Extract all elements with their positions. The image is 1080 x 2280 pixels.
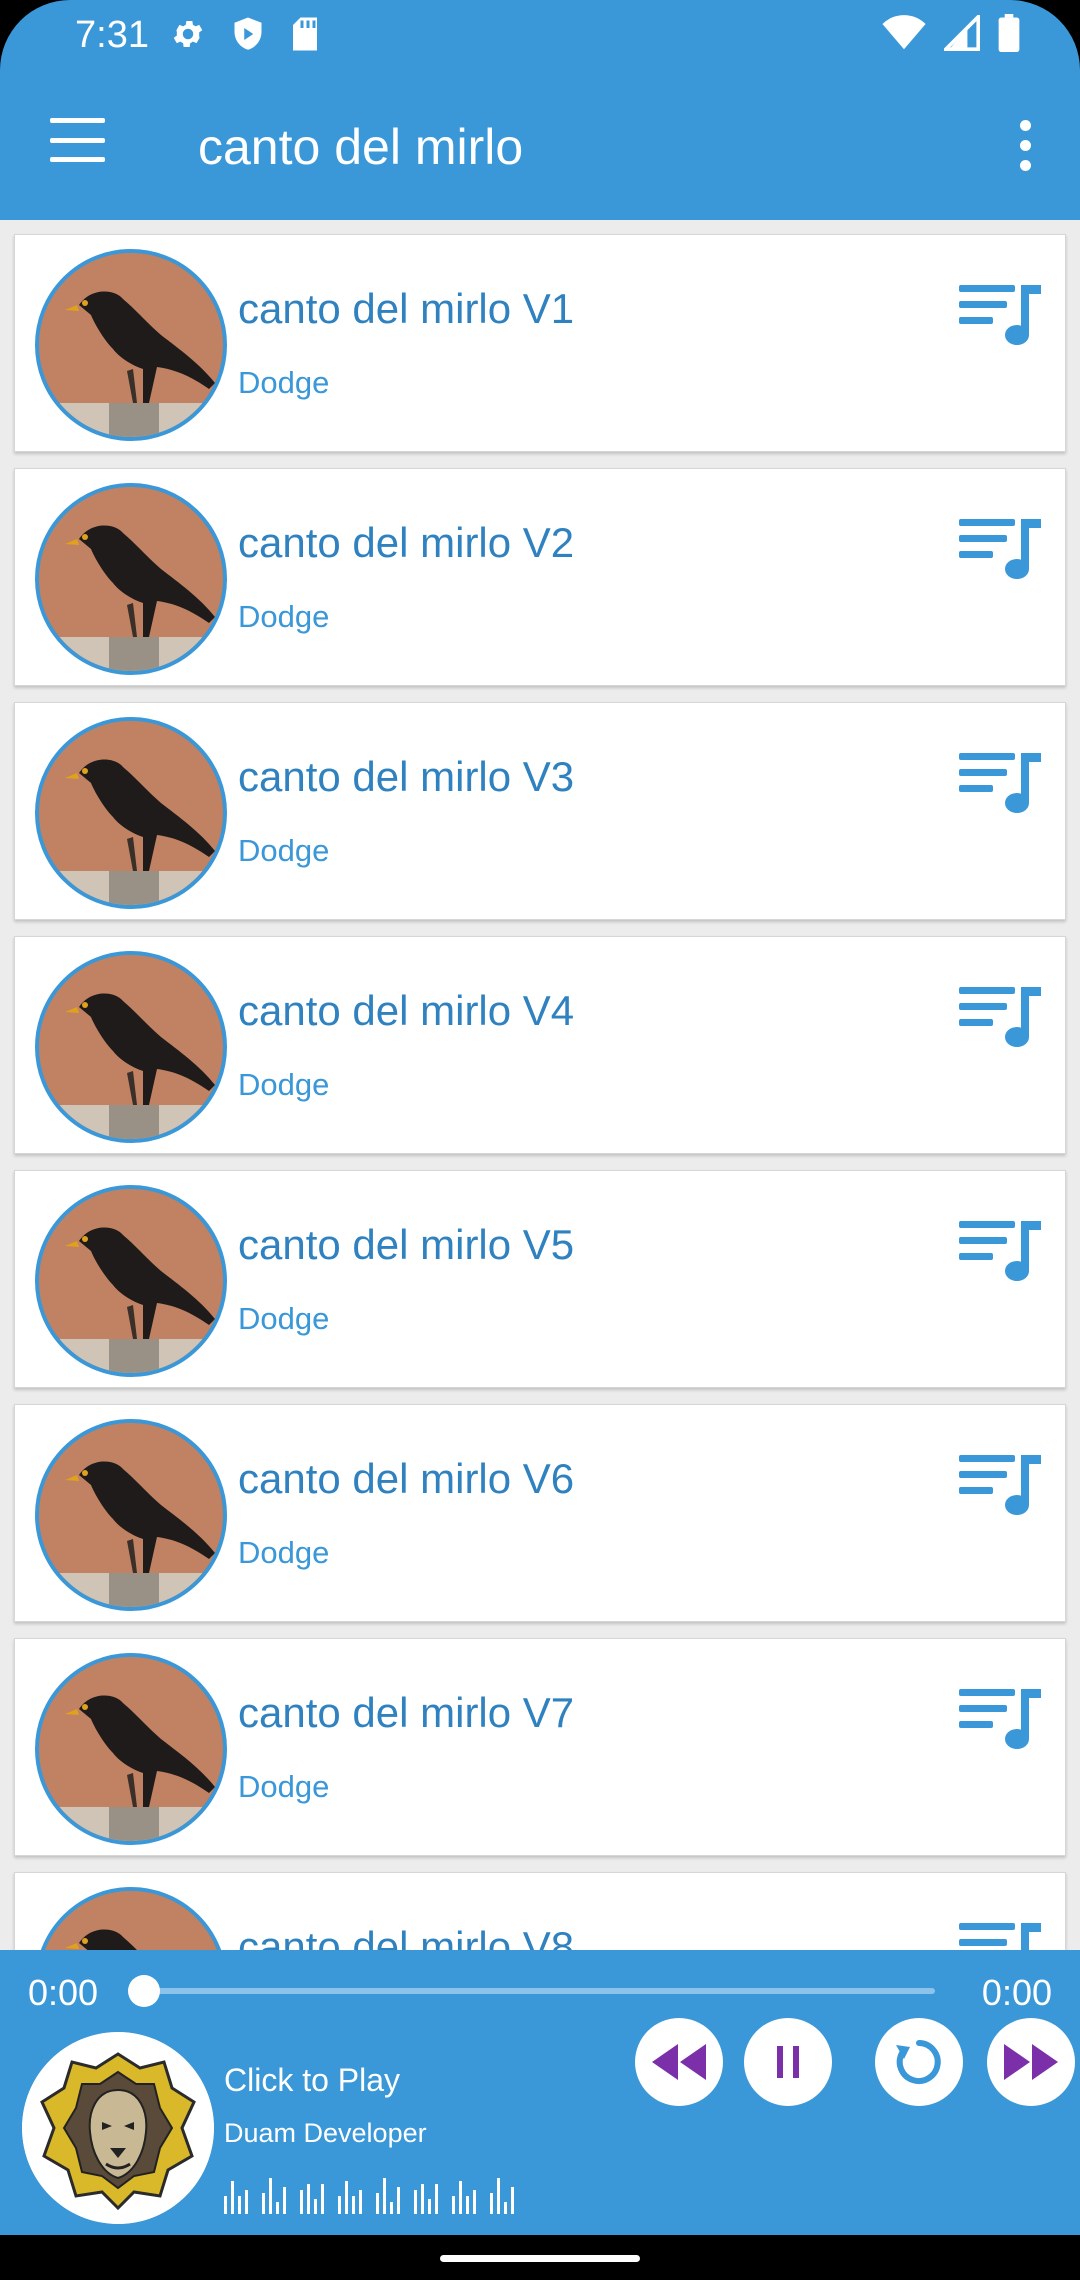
- seek-bar[interactable]: [145, 1988, 935, 1994]
- replay-icon: [896, 2040, 941, 2084]
- now-playing-title[interactable]: Click to Play: [224, 2062, 400, 2099]
- lion-cover-art[interactable]: [22, 2032, 214, 2224]
- queue-music-icon[interactable]: [959, 1683, 1043, 1753]
- rewind-button[interactable]: [635, 2018, 723, 2106]
- track-title: canto del mirlo V7: [238, 1689, 575, 1736]
- track-list-item[interactable]: canto del mirlo V4 Dodge: [14, 936, 1066, 1154]
- blackbird-thumbnail: [35, 1653, 227, 1845]
- track-title: canto del mirlo V6: [238, 1455, 575, 1502]
- track-list-item[interactable]: canto del mirlo V7 Dodge: [14, 1638, 1066, 1856]
- track-list[interactable]: canto del mirlo V1 Dodge canto del mirlo V…: [0, 220, 1080, 1950]
- blackbird-thumbnail: [35, 717, 227, 909]
- blackbird-thumbnail: [35, 483, 227, 675]
- blackbird-thumbnail: [35, 951, 227, 1143]
- track-artist: Dodge: [238, 1769, 330, 1804]
- now-playing-artist: Duam Developer: [224, 2118, 427, 2148]
- rewind-icon: [652, 2044, 706, 2080]
- track-list-item[interactable]: canto del mirlo V5 Dodge: [14, 1170, 1066, 1388]
- blackbird-thumbnail: [35, 1419, 227, 1611]
- queue-music-icon[interactable]: [959, 747, 1043, 817]
- track-artist: Dodge: [238, 833, 330, 868]
- track-artist: Dodge: [238, 1535, 330, 1570]
- app-screen: 7:31 canto del mirlo canto del mirlo V1 D…: [0, 0, 1080, 2280]
- wifi-icon: [882, 15, 926, 50]
- signal-icon: [944, 15, 980, 51]
- battery-icon: [998, 14, 1020, 52]
- duration-time: 0:00: [981, 1972, 1052, 2013]
- queue-music-icon[interactable]: [959, 513, 1043, 583]
- status-bar: 7:31: [0, 0, 1080, 70]
- track-title: canto del mirlo V4: [238, 987, 575, 1034]
- page-title: canto del mirlo: [198, 119, 524, 175]
- settings-gear-icon: [173, 20, 203, 48]
- track-list-item[interactable]: canto del mirlo V8Dodge: [14, 1872, 1066, 1950]
- queue-music-icon[interactable]: [959, 279, 1043, 349]
- track-artist: Dodge: [238, 365, 330, 400]
- queue-music-icon[interactable]: [959, 1917, 1043, 1950]
- track-artist: Dodge: [238, 599, 330, 634]
- status-time: 7:31: [75, 14, 149, 56]
- track-title: canto del mirlo V3: [238, 753, 575, 800]
- queue-music-icon[interactable]: [959, 1449, 1043, 1519]
- equalizer-icon: [224, 2174, 514, 2214]
- track-title: canto del mirlo V1: [238, 285, 575, 332]
- lion-logo-icon: [22, 2032, 214, 2224]
- system-nav-bar: [0, 2235, 1080, 2280]
- seek-thumb[interactable]: [128, 1975, 160, 2007]
- hamburger-menu-icon[interactable]: [40, 110, 115, 170]
- queue-music-icon[interactable]: [959, 1215, 1043, 1285]
- track-artist: Dodge: [238, 1301, 330, 1336]
- blackbird-thumbnail: [35, 1185, 227, 1377]
- elapsed-time: 0:00: [28, 1972, 99, 2013]
- home-gesture-handle[interactable]: [440, 2255, 640, 2262]
- replay-button[interactable]: [875, 2018, 963, 2106]
- shield-icon: [234, 17, 262, 50]
- track-list-item[interactable]: canto del mirlo V3 Dodge: [14, 702, 1066, 920]
- track-title: canto del mirlo V2: [238, 519, 575, 566]
- status-icons-right: [882, 14, 1020, 52]
- queue-music-icon[interactable]: [959, 981, 1043, 1051]
- mini-player: 0:00 0:00 Click to Play Duam Developer: [0, 1950, 1080, 2235]
- sd-card-icon: [293, 17, 317, 51]
- track-list-item[interactable]: canto del mirlo V6 Dodge: [14, 1404, 1066, 1622]
- blackbird-thumbnail: [35, 1887, 227, 1950]
- status-icons-left: [170, 16, 320, 52]
- track-title: canto del mirlo V8: [238, 1923, 575, 1950]
- track-list-item[interactable]: canto del mirlo V1 Dodge: [14, 234, 1066, 452]
- track-artist: Dodge: [238, 1067, 330, 1102]
- pause-icon: [777, 2046, 799, 2078]
- track-title: canto del mirlo V5: [238, 1221, 575, 1268]
- more-vert-icon[interactable]: [1000, 110, 1050, 180]
- fast-forward-button[interactable]: [987, 2018, 1075, 2106]
- pause-button[interactable]: [744, 2018, 832, 2106]
- app-bar: canto del mirlo: [0, 70, 1080, 220]
- blackbird-thumbnail: [35, 249, 227, 441]
- fast-forward-icon: [1004, 2044, 1058, 2080]
- track-list-item[interactable]: canto del mirlo V2 Dodge: [14, 468, 1066, 686]
